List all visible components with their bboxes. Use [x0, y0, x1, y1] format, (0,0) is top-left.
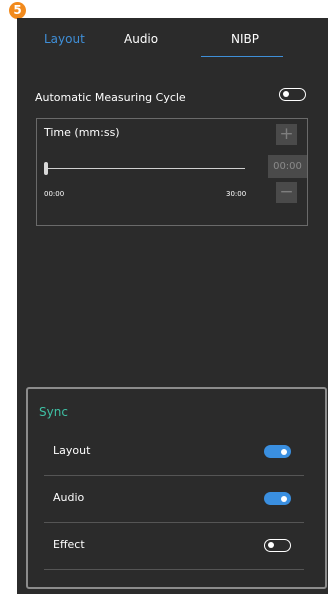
sync-row-audio: Audio: [44, 476, 304, 523]
tab-layout[interactable]: Layout: [44, 32, 85, 46]
slider-min-label: 00:00: [44, 190, 65, 198]
tab-bar: Layout Audio NIBP: [17, 18, 328, 60]
tab-audio[interactable]: Audio: [124, 32, 158, 46]
time-slider-handle[interactable]: [44, 162, 48, 175]
time-setting-box: Time (mm:ss) + 00:00 − 00:00 30:00: [36, 118, 308, 226]
sync-effect-toggle[interactable]: [264, 539, 291, 552]
toggle-knob: [281, 448, 287, 455]
sync-row-effect: Effect: [44, 523, 304, 570]
sync-layout-label: Layout: [53, 444, 91, 457]
sync-title: Sync: [39, 405, 68, 419]
time-label: Time (mm:ss): [44, 126, 120, 139]
toggle-knob: [283, 91, 289, 97]
step-number-badge: 5: [9, 2, 26, 19]
sync-effect-label: Effect: [53, 538, 85, 551]
sync-audio-label: Audio: [53, 491, 85, 504]
toggle-knob: [281, 495, 287, 502]
sync-audio-toggle[interactable]: [264, 492, 291, 505]
increment-button[interactable]: +: [276, 124, 297, 145]
slider-max-label: 30:00: [226, 190, 247, 198]
settings-panel: Layout Audio NIBP Automatic Measuring Cy…: [17, 18, 328, 594]
sync-layout-toggle[interactable]: [264, 445, 291, 458]
time-slider-track[interactable]: [46, 168, 245, 169]
active-tab-indicator: [201, 56, 283, 57]
automatic-measuring-cycle-toggle[interactable]: [279, 88, 306, 101]
sync-section: Sync Layout Audio Effect: [26, 387, 327, 589]
decrement-button[interactable]: −: [276, 182, 297, 203]
time-value-field[interactable]: 00:00: [268, 155, 307, 178]
toggle-knob: [268, 542, 274, 548]
automatic-measuring-cycle-label: Automatic Measuring Cycle: [35, 91, 186, 104]
tab-nibp[interactable]: NIBP: [231, 32, 259, 46]
sync-row-layout: Layout: [44, 429, 304, 476]
